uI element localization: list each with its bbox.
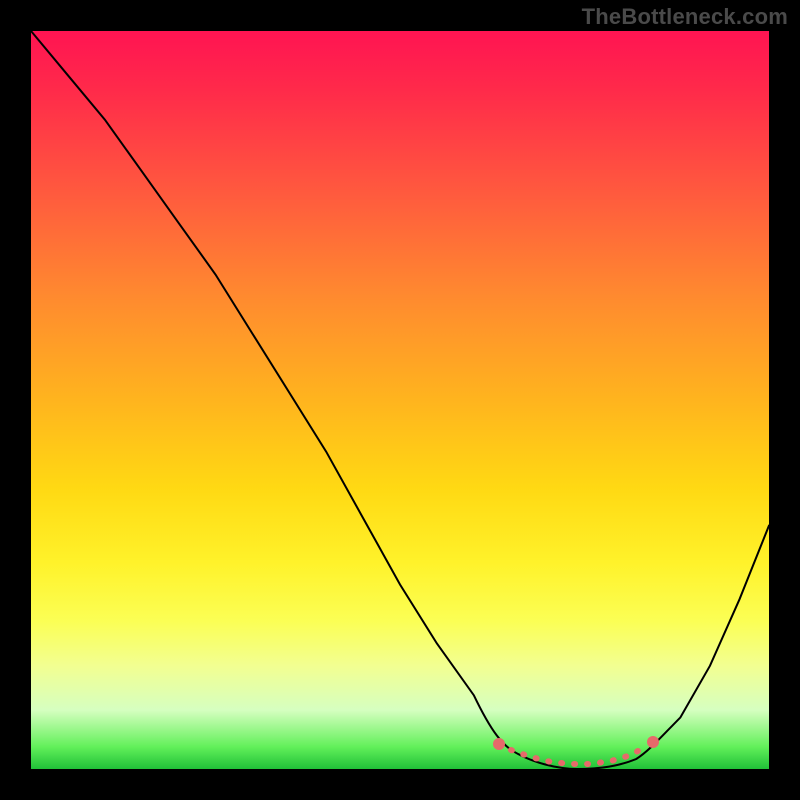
- curve-layer: [31, 31, 769, 769]
- watermark-text: TheBottleneck.com: [582, 4, 788, 30]
- chart-frame: TheBottleneck.com: [0, 0, 800, 800]
- bottleneck-curve: [31, 31, 769, 769]
- optimum-band: [511, 747, 645, 764]
- plot-area: [31, 31, 769, 769]
- marker-right: [647, 736, 659, 748]
- marker-left: [493, 738, 505, 750]
